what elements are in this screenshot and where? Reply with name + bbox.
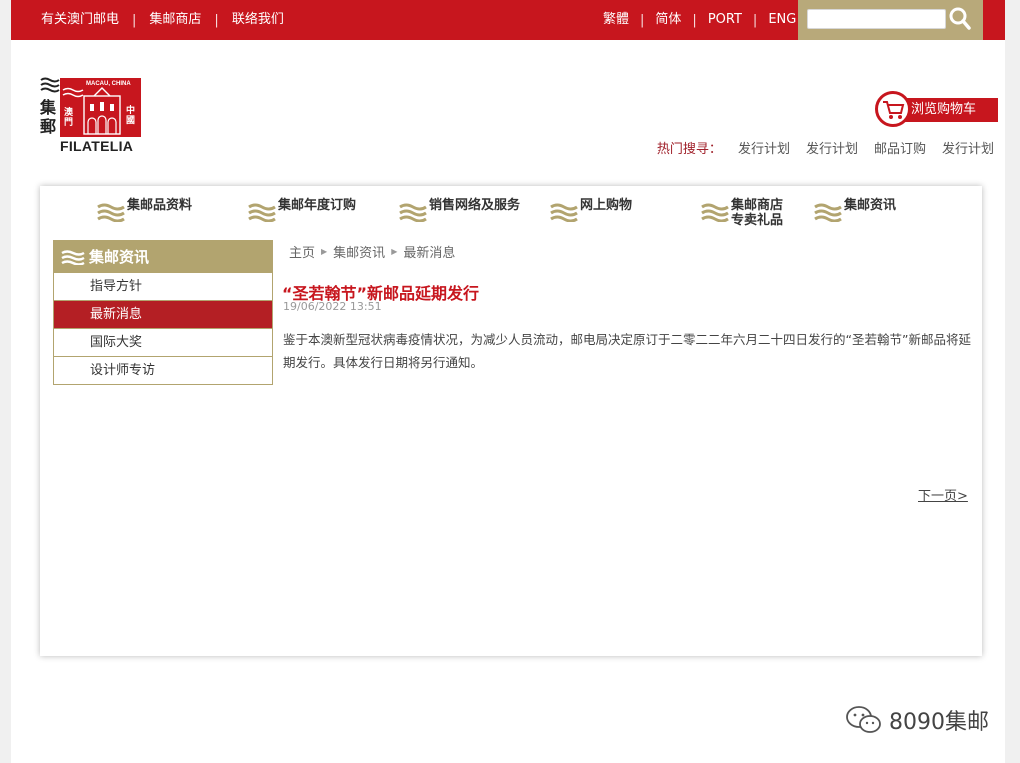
cart-icon-circle (875, 91, 911, 127)
hot-search-link[interactable]: 发行计划 (806, 138, 858, 157)
wave-icon (814, 203, 842, 222)
top-link-shop[interactable]: 集邮商店 (149, 0, 201, 40)
breadcrumb-section[interactable]: 集邮资讯 (333, 242, 385, 261)
breadcrumb-arrow-icon: ▶ (321, 247, 328, 256)
nav-item-stamp-info[interactable]: 集邮品资料 (97, 198, 192, 222)
separator: | (214, 12, 219, 28)
lang-traditional[interactable]: 繁體 (603, 0, 629, 40)
article-body: 鉴于本澳新型冠状病毒疫情状况，为减少人员流动，邮电局决定原订于二零二二年六月二十… (283, 332, 971, 370)
top-link-contact[interactable]: 联络我们 (232, 0, 284, 40)
separator: | (692, 12, 697, 28)
lang-english[interactable]: ENG (768, 0, 796, 40)
search-icon (949, 7, 971, 30)
nav-item-sales-network[interactable]: 销售网络及服务 (399, 198, 520, 222)
wave-icon (61, 249, 85, 265)
logo-char-1: 集 (40, 98, 57, 117)
hot-search-link[interactable]: 邮品订购 (874, 138, 926, 157)
separator: | (132, 12, 137, 28)
nav-item-philatelic-news[interactable]: 集邮资讯 (814, 198, 896, 222)
logo-stamp-left: 澳門 (64, 108, 74, 128)
logo-stamp-right: 中國 (126, 106, 136, 126)
nav-label: 网上购物 (580, 198, 633, 213)
wave-icon (399, 203, 427, 222)
sidebar-item-latest-news[interactable]: 最新消息 (54, 300, 272, 328)
logo-vertical-text: 集 郵 (40, 76, 60, 136)
logo-stamp-top: MACAU, CHINA (86, 81, 131, 87)
hot-search-link[interactable]: 发行计划 (942, 138, 994, 157)
filatelia-logo[interactable]: 集 郵 MACAU, CHINA 澳門 中國 FILATELIA (40, 76, 144, 154)
logo-wordmark: FILATELIA (60, 138, 134, 154)
breadcrumb-arrow-icon: ▶ (391, 247, 398, 256)
main-panel: 集邮品资料 集邮年度订购 销售网络及服务 网上购物 集邮商店 专卖礼品 集邮资讯 (40, 186, 982, 656)
search-button[interactable] (948, 6, 972, 32)
nav-label: 集邮品资料 (127, 198, 193, 213)
sidebar-item-designer-interviews[interactable]: 设计师专访 (54, 356, 272, 384)
logo-stamp: MACAU, CHINA 澳門 中國 (60, 78, 141, 137)
cart-icon (883, 101, 905, 119)
next-page-link[interactable]: 下一页> (918, 485, 968, 504)
sidebar-item-international-awards[interactable]: 国际大奖 (54, 328, 272, 356)
hot-search: 热门搜寻： 发行计划 发行计划 邮品订购 发行计划 (657, 138, 994, 157)
top-bar: 有关澳门邮电 | 集邮商店 | 联络我们 繁體 | 简体 | PORT | EN… (11, 0, 1005, 40)
separator: | (640, 12, 645, 28)
nav-item-online-shop[interactable]: 网上购物 (550, 198, 632, 222)
wave-icon (248, 203, 276, 222)
hot-search-label: 热门搜寻： (656, 142, 722, 157)
logo-wave-icon (40, 77, 60, 93)
watermark: 8090集邮 (845, 704, 989, 736)
wave-icon (701, 203, 729, 222)
page: 有关澳门邮电 | 集邮商店 | 联络我们 繁體 | 简体 | PORT | EN… (11, 0, 1005, 763)
search-input[interactable] (807, 9, 946, 29)
sidebar-item-guidelines[interactable]: 指导方针 (54, 273, 272, 300)
hot-search-link[interactable]: 发行计划 (738, 138, 790, 157)
nav-item-annual-subscription[interactable]: 集邮年度订购 (248, 198, 356, 222)
wave-icon (550, 203, 578, 222)
watermark-text: 8090集邮 (889, 710, 989, 735)
breadcrumb: 主页 ▶ 集邮资讯 ▶ 最新消息 (289, 242, 455, 261)
language-switcher: 繁體 | 简体 | PORT | ENG (603, 0, 796, 40)
top-links: 有关澳门邮电 | 集邮商店 | 联络我们 (41, 0, 284, 40)
sidebar-header: 集邮资讯 (53, 240, 273, 273)
wechat-icon (846, 706, 881, 733)
top-link-about[interactable]: 有关澳门邮电 (41, 0, 119, 40)
wave-icon (97, 203, 125, 222)
nav-label: 集邮商店 专卖礼品 (731, 198, 784, 228)
sidebar-list: 指导方针 最新消息 国际大奖 设计师专访 (53, 273, 273, 385)
article-date: 19/06/2022 13:51 (283, 300, 382, 313)
logo-char-2: 郵 (40, 117, 57, 136)
separator: | (752, 12, 758, 28)
nav-label: 集邮资讯 (844, 198, 897, 213)
sidebar-title: 集邮资讯 (89, 248, 150, 266)
nav-label: 集邮年度订购 (278, 198, 357, 213)
search-box (798, 0, 983, 40)
nav-item-gift-shop[interactable]: 集邮商店 专卖礼品 (701, 198, 783, 228)
sidebar: 集邮资讯 指导方针 最新消息 国际大奖 设计师专访 (53, 240, 273, 385)
breadcrumb-home[interactable]: 主页 (289, 242, 315, 261)
lang-simplified[interactable]: 简体 (655, 0, 681, 40)
nav-label: 销售网络及服务 (429, 198, 521, 213)
main-nav: 集邮品资料 集邮年度订购 销售网络及服务 网上购物 集邮商店 专卖礼品 集邮资讯 (40, 186, 982, 232)
lang-portuguese[interactable]: PORT (708, 0, 742, 40)
breadcrumb-current: 最新消息 (403, 246, 456, 261)
